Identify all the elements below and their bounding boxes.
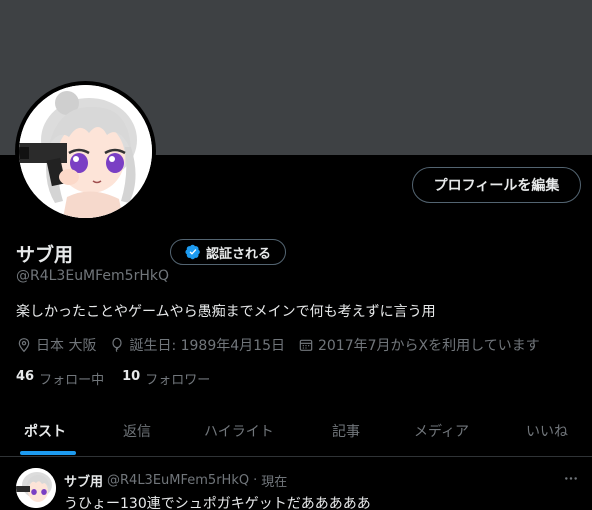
tab-articles[interactable]: 記事	[332, 404, 360, 457]
profile-avatar[interactable]	[15, 81, 156, 222]
following-link[interactable]: 46 フォロー中	[16, 369, 104, 388]
birthday-text: 誕生日: 1989年4月15日	[129, 338, 285, 354]
get-verified-label: 認証される	[205, 246, 271, 262]
tab-likes[interactable]: いいね	[526, 404, 568, 457]
tweet-timestamp[interactable]: 現在	[261, 471, 287, 490]
tweet[interactable]: サブ用 @R4L3EuMFem5rHkQ · 現在 うひょー130連でシュポガキ…	[0, 458, 592, 510]
following-count: 46	[16, 369, 35, 384]
tweet-avatar[interactable]	[16, 468, 56, 508]
balloon-icon	[112, 337, 123, 353]
followers-count: 10	[122, 369, 141, 384]
verified-badge-icon	[185, 244, 200, 260]
location-text: 日本 大阪	[36, 338, 97, 354]
location-item: 日本 大阪	[16, 335, 96, 355]
profile-name: サブ用	[16, 244, 74, 266]
joined-text: 2017年7月からXを利用しています	[317, 338, 540, 354]
tweet-author-name[interactable]: サブ用	[64, 471, 103, 490]
profile-handle: @R4L3EuMFem5rHkQ	[16, 268, 169, 284]
tab-highlights[interactable]: ハイライト	[204, 404, 274, 457]
calendar-icon	[299, 339, 313, 351]
profile-tabs: ポスト 返信 ハイライト 記事 メディア いいね	[0, 404, 592, 457]
avatar-image	[19, 85, 152, 218]
get-verified-button[interactable]: 認証される	[170, 239, 286, 265]
followers-label: フォロワー	[145, 373, 211, 388]
active-tab-indicator	[20, 451, 76, 455]
profile-meta: 日本 大阪 誕生日: 1989年4月15日 2017年7月からXを利用しています	[16, 335, 553, 355]
tweet-header: サブ用 @R4L3EuMFem5rHkQ · 現在	[64, 471, 287, 490]
tweet-author-handle[interactable]: @R4L3EuMFem5rHkQ	[107, 473, 249, 488]
tab-posts[interactable]: ポスト	[24, 404, 66, 457]
tab-media[interactable]: メディア	[414, 404, 469, 457]
following-label: フォロー中	[39, 373, 105, 388]
profile-bio: 楽しかったことやゲームやら愚痴までメインで何も考えずに言う用	[16, 304, 436, 320]
tab-replies[interactable]: 返信	[123, 404, 151, 457]
joined-item: 2017年7月からXを利用しています	[298, 335, 540, 355]
tweet-separator: ·	[253, 473, 258, 488]
follow-stats: 46 フォロー中 10 フォロワー	[16, 369, 228, 388]
birthday-item: 誕生日: 1989年4月15日	[109, 335, 285, 355]
tweet-text: うひょー130連でシュポガキゲットだあああああ	[64, 496, 371, 510]
more-icon[interactable]	[562, 470, 580, 486]
location-icon	[18, 338, 30, 353]
followers-link[interactable]: 10 フォロワー	[122, 369, 210, 388]
edit-profile-button[interactable]: プロフィールを編集	[412, 167, 581, 203]
